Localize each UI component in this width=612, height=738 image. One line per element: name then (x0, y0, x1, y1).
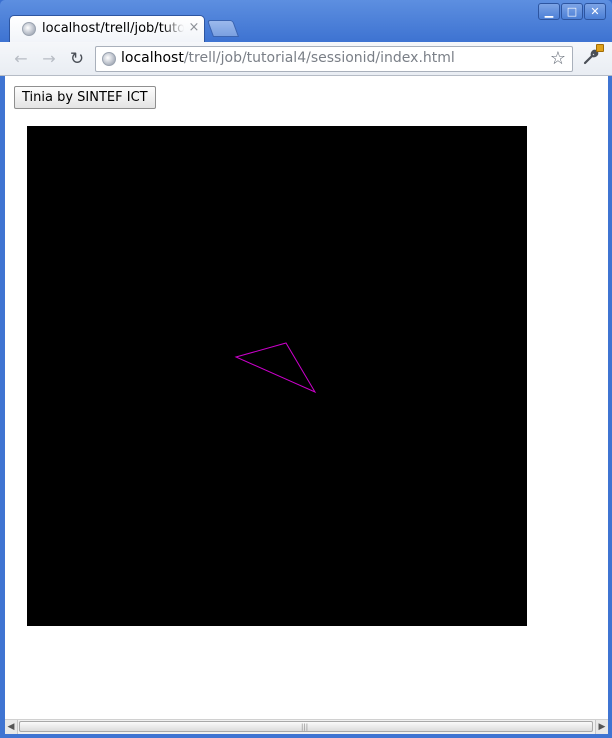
scrollbar-grip: ||| (301, 723, 309, 731)
reload-button[interactable]: ↻ (66, 48, 88, 70)
update-badge (596, 44, 604, 52)
tinia-button[interactable]: Tinia by SINTEF ICT (14, 86, 156, 109)
tab-title: localhost/trell/job/tutorial4/sessionid/… (42, 21, 184, 36)
render-canvas[interactable] (27, 126, 527, 626)
scroll-right-arrow[interactable]: ▶ (595, 720, 608, 734)
scroll-left-arrow[interactable]: ◀ (5, 720, 18, 734)
forward-button[interactable]: → (38, 48, 60, 70)
new-tab-button[interactable] (206, 20, 240, 37)
horizontal-scrollbar[interactable]: ◀ ||| ▶ (5, 719, 608, 734)
globe-icon (22, 22, 36, 36)
triangle-shape (234, 342, 317, 394)
tab-strip: localhost/trell/job/tutorial4/sessionid/… (0, 0, 612, 43)
address-bar[interactable]: localhost/trell/job/tutorial4/sessionid/… (95, 46, 573, 72)
globe-icon (102, 52, 116, 66)
back-button[interactable]: ← (10, 48, 32, 70)
scrollbar-thumb[interactable]: ||| (19, 721, 593, 732)
url-text[interactable]: localhost/trell/job/tutorial4/sessionid/… (121, 50, 455, 66)
browser-tab[interactable]: localhost/trell/job/tutorial4/sessionid/… (9, 15, 205, 43)
minimize-button[interactable]: ▁ (538, 3, 560, 20)
url-path: /trell/job/tutorial4/sessionid/index.htm… (183, 50, 455, 66)
canvas-svg (234, 342, 317, 394)
bookmark-star-icon[interactable]: ☆ (548, 48, 568, 70)
browser-window: localhost/trell/job/tutorial4/sessionid/… (0, 0, 612, 738)
maximize-button[interactable]: □ (561, 3, 583, 20)
close-tab-icon[interactable]: × (188, 21, 200, 35)
page-content: Tinia by SINTEF ICT (5, 76, 608, 719)
url-host: localhost (121, 50, 184, 66)
browser-toolbar: ← → ↻ localhost/trell/job/tutorial4/sess… (0, 42, 612, 76)
close-window-button[interactable]: ✕ (584, 3, 606, 20)
